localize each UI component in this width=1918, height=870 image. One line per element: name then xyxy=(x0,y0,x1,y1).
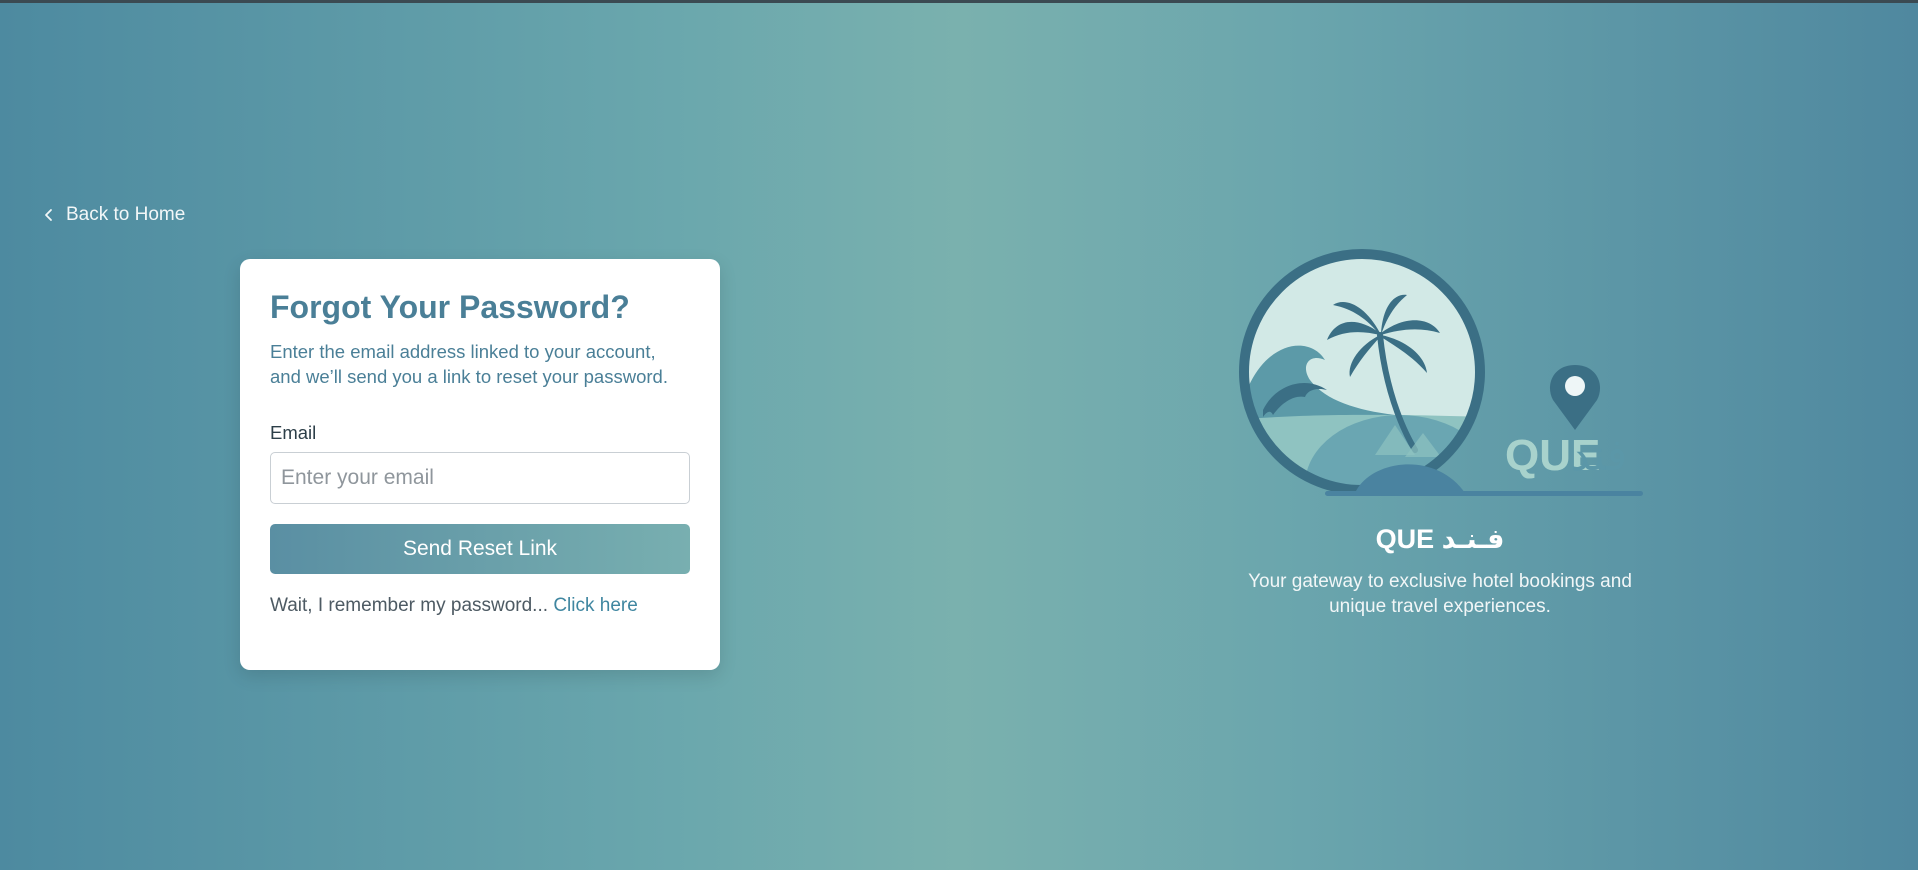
remember-password-row: Wait, I remember my password... Click he… xyxy=(270,595,690,617)
window-top-border xyxy=(0,0,1918,3)
brand-tagline: Your gateway to exclusive hotel bookings… xyxy=(1248,571,1632,617)
brand-panel: QUE فند QUE فـنـد Your gateway to exclus… xyxy=(1230,245,1650,619)
back-to-home-label: Back to Home xyxy=(66,204,186,225)
logo-icon: QUE فند xyxy=(1239,249,1643,496)
click-here-link[interactable]: Click here xyxy=(553,595,637,616)
brand-name: QUE فـنـد xyxy=(1375,524,1505,554)
forgot-password-card: Forgot Your Password? Enter the email ad… xyxy=(240,259,720,670)
back-to-home-link[interactable]: Back to Home xyxy=(42,204,185,226)
remember-password-text: Wait, I remember my password... xyxy=(270,594,549,616)
logo-text-arabic: فند xyxy=(1570,430,1627,481)
send-reset-link-button[interactable]: Send Reset Link xyxy=(270,523,690,574)
form-description: Enter the email address linked to your a… xyxy=(270,340,668,387)
email-field[interactable] xyxy=(270,451,690,504)
location-pin-icon xyxy=(1549,365,1601,430)
email-label: Email xyxy=(270,421,317,443)
chevron-left-icon xyxy=(45,209,52,221)
page-title: Forgot Your Password? xyxy=(270,289,630,325)
